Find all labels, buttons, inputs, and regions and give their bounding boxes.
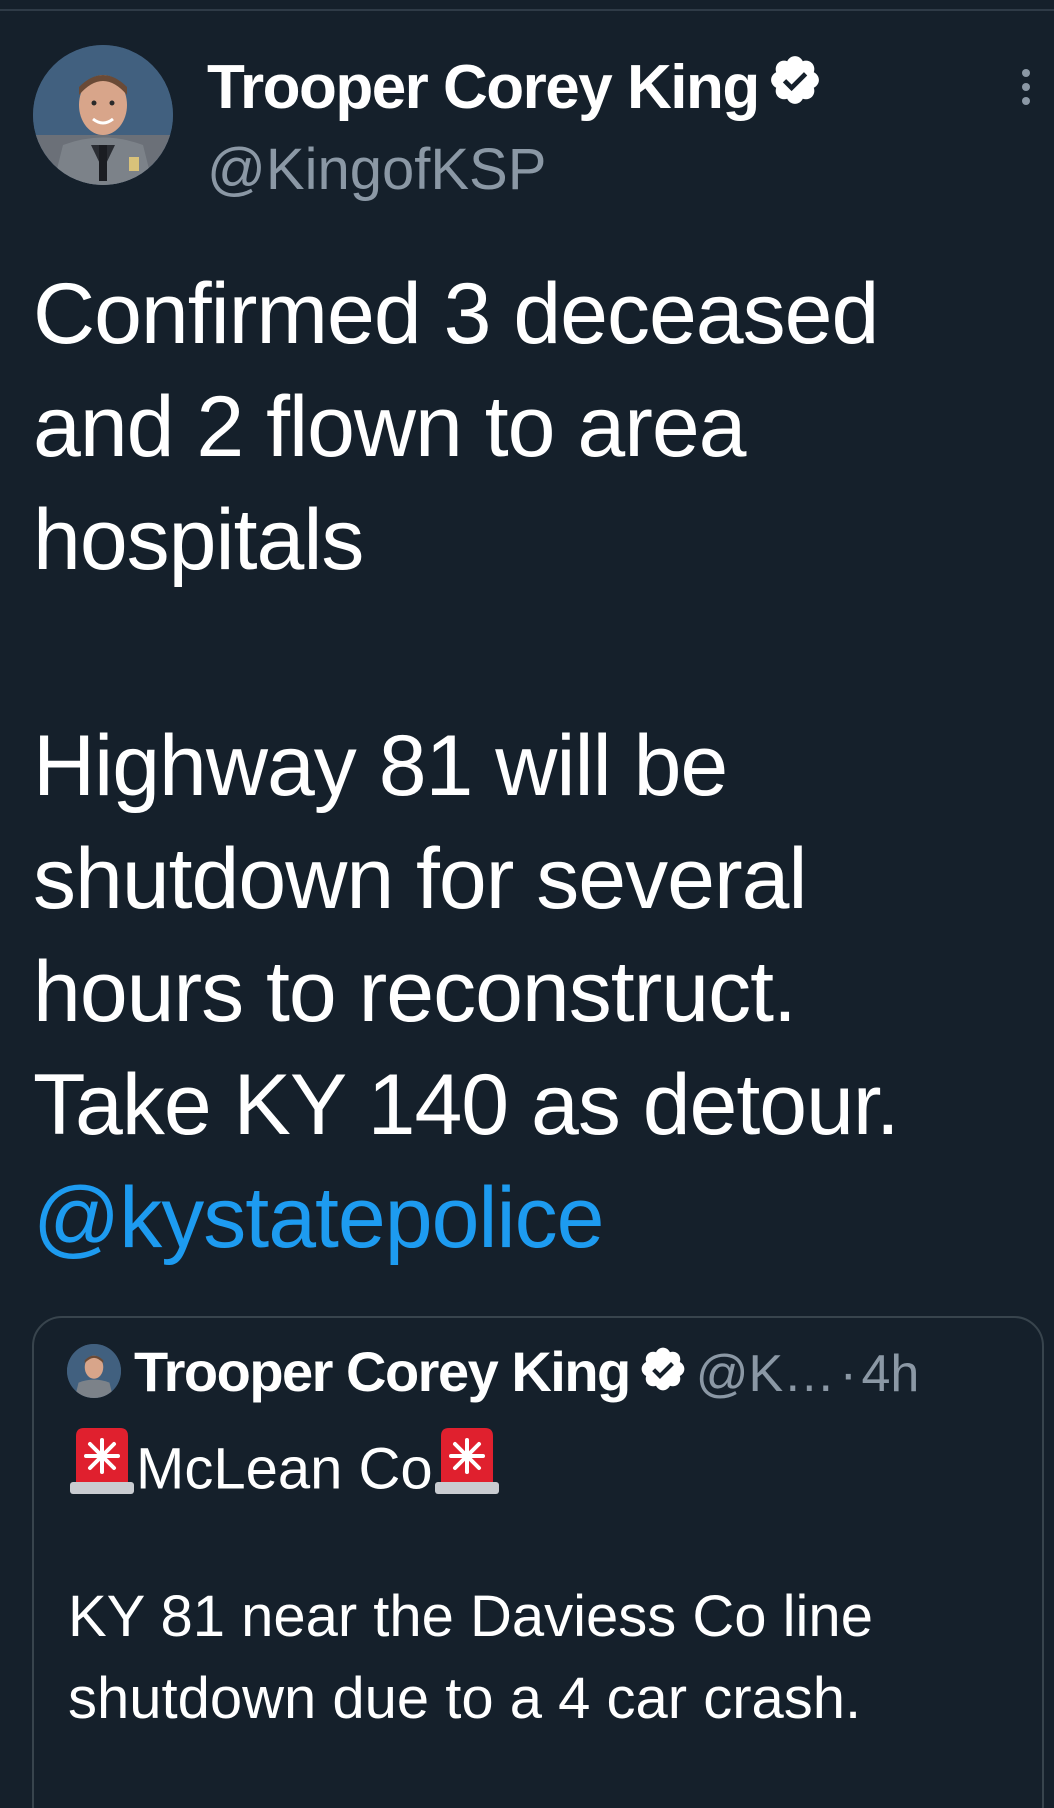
police-siren-icon <box>68 1426 136 1512</box>
quoted-author-avatar <box>67 1344 121 1398</box>
tweet-text-line: shutdown for several <box>33 831 808 927</box>
verified-badge-icon <box>638 1344 688 1423</box>
avatar-photo <box>67 1344 121 1398</box>
top-divider <box>0 9 1054 11</box>
avatar-photo <box>33 45 173 185</box>
tweet-text-line: Highway 81 will be <box>33 718 728 814</box>
quoted-author-handle: @K… <box>695 1345 836 1403</box>
author-handle[interactable]: @KingofKSP <box>207 135 546 205</box>
tweet-text-line: Confirmed 3 deceased <box>33 266 879 362</box>
tweet-text-line: hospitals <box>33 492 364 588</box>
quoted-text-line: shutdown due to a 4 car crash. <box>68 1666 862 1731</box>
tweet-text-line: hours to reconstruct. <box>33 944 797 1040</box>
mention-link[interactable]: @kystatepolice <box>33 1170 604 1266</box>
quoted-tweet-header: Trooper Corey King @K… · 4h <box>134 1339 919 1426</box>
police-siren-icon <box>433 1426 501 1512</box>
author-avatar[interactable] <box>33 45 173 185</box>
quoted-tweet-card[interactable]: Trooper Corey King @K… · 4h McLean Co KY … <box>32 1316 1044 1808</box>
quoted-tweet-text: KY 81 near the Daviess Co line shutdown … <box>68 1576 1028 1740</box>
verified-badge-icon <box>767 52 823 124</box>
quoted-tweet-time: 4h <box>861 1345 920 1403</box>
tweet-text-line: Take KY 140 as detour. <box>33 1057 900 1153</box>
quoted-text-line: KY 81 near the Daviess Co line <box>68 1584 873 1649</box>
vertical-ellipsis-icon[interactable] <box>1013 66 1039 108</box>
tweet-text-line: and 2 flown to area <box>33 379 747 475</box>
separator-dot: · <box>839 1345 857 1403</box>
tweet-text: Confirmed 3 deceased and 2 flown to area… <box>33 258 1033 1275</box>
author-display-name[interactable]: Trooper Corey King <box>207 52 823 128</box>
quoted-tweet-title: McLean Co <box>68 1428 501 1516</box>
quoted-author-name: Trooper Corey King <box>134 1340 631 1403</box>
